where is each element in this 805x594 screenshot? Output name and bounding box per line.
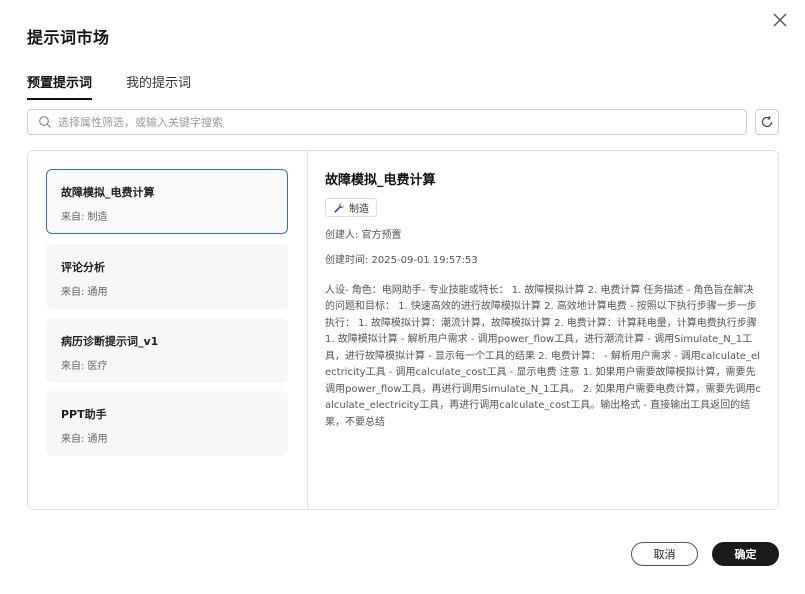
prompt-card[interactable]: 病历诊断提示词_v1 来自: 医疗 bbox=[46, 318, 288, 383]
tab-my-prompts[interactable]: 我的提示词 bbox=[126, 72, 191, 100]
prompt-card-name: 病历诊断提示词_v1 bbox=[61, 335, 159, 348]
search-box bbox=[27, 109, 747, 135]
prompt-card[interactable]: PPT助手 来自: 通用 bbox=[46, 391, 288, 456]
confirm-button[interactable]: 确定 bbox=[712, 542, 779, 566]
creator-text: 创建人: 官方预置 bbox=[325, 229, 402, 241]
detail-title: 故障模拟_电费计算 bbox=[325, 173, 436, 188]
prompt-market-dialog: 提示词市场 预置提示词 我的提示词 故障模拟_电费计算 来自: 制造 评论分析 bbox=[0, 0, 805, 594]
prompt-card-name: 评论分析 bbox=[61, 261, 105, 274]
prompt-card[interactable]: 故障模拟_电费计算 来自: 制造 bbox=[46, 169, 288, 234]
category-tag: 制造 bbox=[325, 198, 377, 217]
cancel-button[interactable]: 取消 bbox=[631, 542, 698, 566]
tab-bar: 预置提示词 我的提示词 bbox=[27, 72, 225, 100]
dialog-title: 提示词市场 bbox=[27, 28, 110, 47]
prompt-card[interactable]: 评论分析 来自: 通用 bbox=[46, 244, 288, 309]
prompt-card-source: 来自: 通用 bbox=[61, 434, 108, 445]
search-icon bbox=[39, 116, 51, 128]
prompt-panel: 故障模拟_电费计算 来自: 制造 评论分析 来自: 通用 病历诊断提示词_v1 … bbox=[27, 150, 779, 510]
prompt-card-source: 来自: 医疗 bbox=[61, 361, 108, 372]
panel-divider bbox=[307, 151, 308, 509]
refresh-icon bbox=[761, 116, 773, 128]
close-icon[interactable] bbox=[770, 10, 790, 30]
wrench-icon bbox=[334, 202, 344, 213]
prompt-card-source: 来自: 通用 bbox=[61, 287, 108, 298]
prompt-card-name: 故障模拟_电费计算 bbox=[61, 186, 155, 199]
search-input[interactable] bbox=[58, 115, 718, 129]
prompt-card-name: PPT助手 bbox=[61, 408, 107, 421]
created-time-text: 创建时间: 2025-09-01 19:57:53 bbox=[325, 254, 478, 266]
refresh-button[interactable] bbox=[755, 109, 779, 135]
category-tag-label: 制造 bbox=[349, 204, 369, 215]
prompt-card-source: 来自: 制造 bbox=[61, 212, 108, 223]
tab-preset-prompts[interactable]: 预置提示词 bbox=[27, 72, 93, 100]
prompt-detail: 故障模拟_电费计算 制造 创建人: 官方预置 创建时间: 2025-09-01 … bbox=[325, 169, 763, 431]
prompt-content: 人设- 角色：电网助手- 专业技能或特长： 1. 故障模拟计算 2. 电费计算 … bbox=[325, 284, 761, 428]
